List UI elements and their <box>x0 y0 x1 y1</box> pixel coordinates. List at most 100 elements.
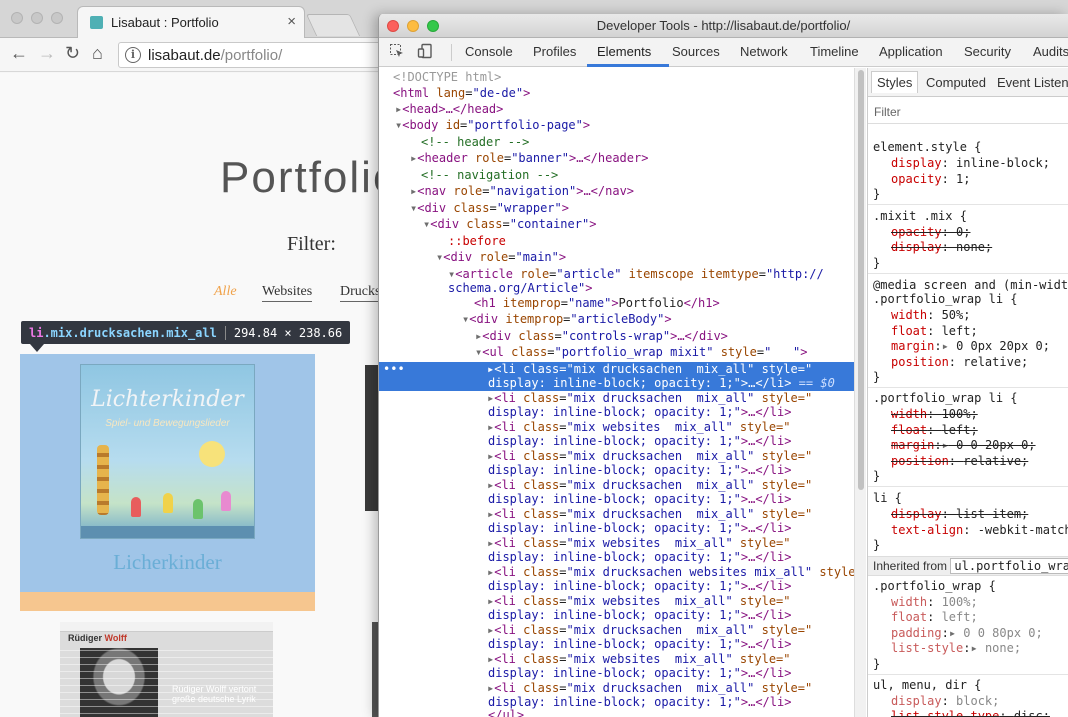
reload-icon[interactable]: ↻ <box>65 43 80 64</box>
css-property-inherited[interactable]: float: left; <box>891 610 978 626</box>
elements-scrollbar[interactable] <box>854 68 866 717</box>
dom-node[interactable]: ▾<div itemprop="articleBody"> <box>462 312 854 328</box>
tab-audits[interactable]: Audits <box>1033 44 1068 59</box>
tab-sources[interactable]: Sources <box>672 44 720 59</box>
scrollbar-thumb[interactable] <box>858 70 864 490</box>
css-property[interactable]: text-align: -webkit-match <box>891 523 1068 539</box>
dom-node[interactable]: ▾<div role="main"> <box>436 250 854 266</box>
styles-filter-input[interactable]: Filter <box>868 98 1068 124</box>
css-property[interactable]: opacity: 1; <box>891 172 970 188</box>
card-header-bar <box>60 622 273 632</box>
dom-comment[interactable]: <!-- header --> <box>421 135 854 151</box>
css-property-overridden[interactable]: display: list-item; <box>891 507 1028 523</box>
css-selector[interactable]: ul, menu, dir { <box>873 678 981 694</box>
filter-drucksachen-link[interactable]: Drucks <box>340 284 381 302</box>
css-property-inherited[interactable]: width: 100%; <box>891 595 978 611</box>
home-icon[interactable]: ⌂ <box>92 43 103 64</box>
tab-profiles[interactable]: Profiles <box>533 44 576 59</box>
css-selector[interactable]: .mixit .mix { <box>873 209 967 225</box>
portfolio-item-photo[interactable]: Rüdiger Wolff Rüdiger Wolff vertont große… <box>60 622 273 717</box>
filter-websites-link[interactable]: Websites <box>262 284 313 302</box>
margin-highlight <box>20 592 315 611</box>
kid-shape <box>131 497 141 517</box>
dom-pseudo[interactable]: ::before <box>448 234 854 250</box>
css-property-overridden[interactable]: float: left; <box>891 423 978 439</box>
tab-computed[interactable]: Computed <box>926 75 986 90</box>
css-property-overridden[interactable]: width: 100%; <box>891 407 978 423</box>
dom-node-li-cont: display: inline-block; opacity: 1;">…</l… <box>488 579 792 593</box>
tab-close-icon[interactable]: × <box>287 13 296 30</box>
filter-all-link[interactable]: Alle <box>214 284 237 300</box>
css-property-overridden[interactable]: list-style-type: disc; <box>891 709 1050 717</box>
css-property-overridden[interactable]: opacity: 0; <box>891 225 970 241</box>
css-brace: } <box>873 469 881 483</box>
portfolio-item-peek <box>365 365 379 511</box>
css-property[interactable]: width: 50%; <box>891 308 970 324</box>
portfolio-item-caption[interactable]: Licherkinder <box>20 550 315 575</box>
css-property[interactable]: position: relative; <box>891 355 1028 371</box>
dom-comment[interactable]: <!-- navigation --> <box>421 168 854 184</box>
css-property-overridden[interactable]: margin:▸ 0 0 20px 0; <box>891 438 1036 454</box>
css-selector[interactable]: .portfolio_wrap li { <box>873 292 1018 308</box>
devtools-window: Developer Tools - http://lisabaut.de/por… <box>378 14 1068 717</box>
dom-node[interactable]: ▾<body id="portfolio-page"> <box>395 118 854 134</box>
tab-console[interactable]: Console <box>465 44 513 59</box>
arrow-left-icon[interactable]: ← <box>10 43 28 64</box>
sun-shape <box>199 441 225 467</box>
dom-node[interactable]: ▾<div class="container"> <box>423 217 854 233</box>
css-selector[interactable]: .portfolio_wrap { <box>873 579 996 595</box>
kid-shape <box>193 499 203 519</box>
zoom-window-button[interactable] <box>51 12 63 24</box>
rule-divider <box>868 387 1068 388</box>
dom-node[interactable]: ▸<head>…</head> <box>395 102 854 118</box>
dom-node[interactable]: <h1 itemprop="name">Portfolio</h1> <box>474 296 854 312</box>
tab-elements[interactable]: Elements <box>597 44 651 59</box>
css-property[interactable]: display: inline-block; <box>891 156 1050 172</box>
css-property[interactable]: margin:▸ 0 0px 20px 0; <box>891 339 1050 355</box>
dom-node-selected[interactable]: ••• ▸<li class="mix drucksachen mix_all" … <box>379 362 854 391</box>
tab-network[interactable]: Network <box>740 44 788 59</box>
dom-node[interactable]: ▸<nav role="navigation">…</nav> <box>410 184 854 200</box>
inherited-selector-link[interactable]: ul.portfolio_wrap <box>950 558 1068 574</box>
inspect-icon[interactable] <box>389 43 407 61</box>
css-property-inherited[interactable]: padding:▸ 0 0 80px 0; <box>891 626 1043 642</box>
info-icon[interactable]: i <box>125 47 141 63</box>
tab-event-listeners[interactable]: Event Listeners <box>997 75 1068 90</box>
arrow-right-icon[interactable]: → <box>38 43 56 64</box>
browser-tab[interactable]: Lisabaut : Portfolio × <box>77 6 305 38</box>
dom-node[interactable]: <html lang="de-de"> <box>393 86 854 102</box>
node-actions-icon[interactable]: ••• <box>383 362 405 377</box>
css-property-inherited[interactable]: list-style:▸ none; <box>891 641 1021 657</box>
tab-security[interactable]: Security <box>964 44 1011 59</box>
card-texture <box>60 644 273 717</box>
dom-node[interactable]: </ul> <box>488 708 854 717</box>
dom-node-li-cont: display: inline-block; opacity: 1;">…</l… <box>488 666 792 680</box>
device-icon[interactable] <box>417 43 435 61</box>
css-selector[interactable]: li { <box>873 491 902 507</box>
active-tab-indicator <box>587 64 669 67</box>
tab-styles[interactable]: Styles <box>871 71 919 93</box>
tab-application[interactable]: Application <box>879 44 943 59</box>
dom-node[interactable]: ▸<div class="controls-wrap">…</div> <box>475 329 854 345</box>
highlighted-portfolio-item[interactable]: Lichterkinder Spiel- und Bewegungslieder… <box>20 354 315 611</box>
minimize-window-button[interactable] <box>31 12 43 24</box>
new-tab-button[interactable] <box>305 14 361 36</box>
css-property[interactable]: float: left; <box>891 324 978 340</box>
css-selector[interactable]: .portfolio_wrap li { <box>873 391 1018 407</box>
rule-divider <box>868 273 1068 274</box>
dom-node[interactable]: ▾<div class="wrapper"> <box>410 201 854 217</box>
rule-divider <box>868 486 1068 487</box>
dom-node[interactable]: ▾<ul class="portfolio_wrap mixit" style=… <box>475 345 854 361</box>
dom-node-li-cont: display: inline-block; opacity: 1;">…</l… <box>488 463 792 477</box>
css-property-overridden[interactable]: position: relative; <box>891 454 1028 470</box>
filter-label: Filter: <box>287 233 336 255</box>
styles-pane: Styles Computed Event Listeners Filter e… <box>867 68 1068 717</box>
css-selector[interactable]: element.style { <box>873 140 981 156</box>
css-property-overridden[interactable]: display: none; <box>891 240 992 256</box>
close-window-button[interactable] <box>11 12 23 24</box>
dom-node[interactable]: <!DOCTYPE html> <box>393 70 854 86</box>
css-brace: } <box>873 370 881 384</box>
dom-node[interactable]: ▸<header role="banner">…</header> <box>410 151 854 167</box>
tab-timeline[interactable]: Timeline <box>810 44 859 59</box>
css-property-inherited[interactable]: display: block; <box>891 694 999 710</box>
